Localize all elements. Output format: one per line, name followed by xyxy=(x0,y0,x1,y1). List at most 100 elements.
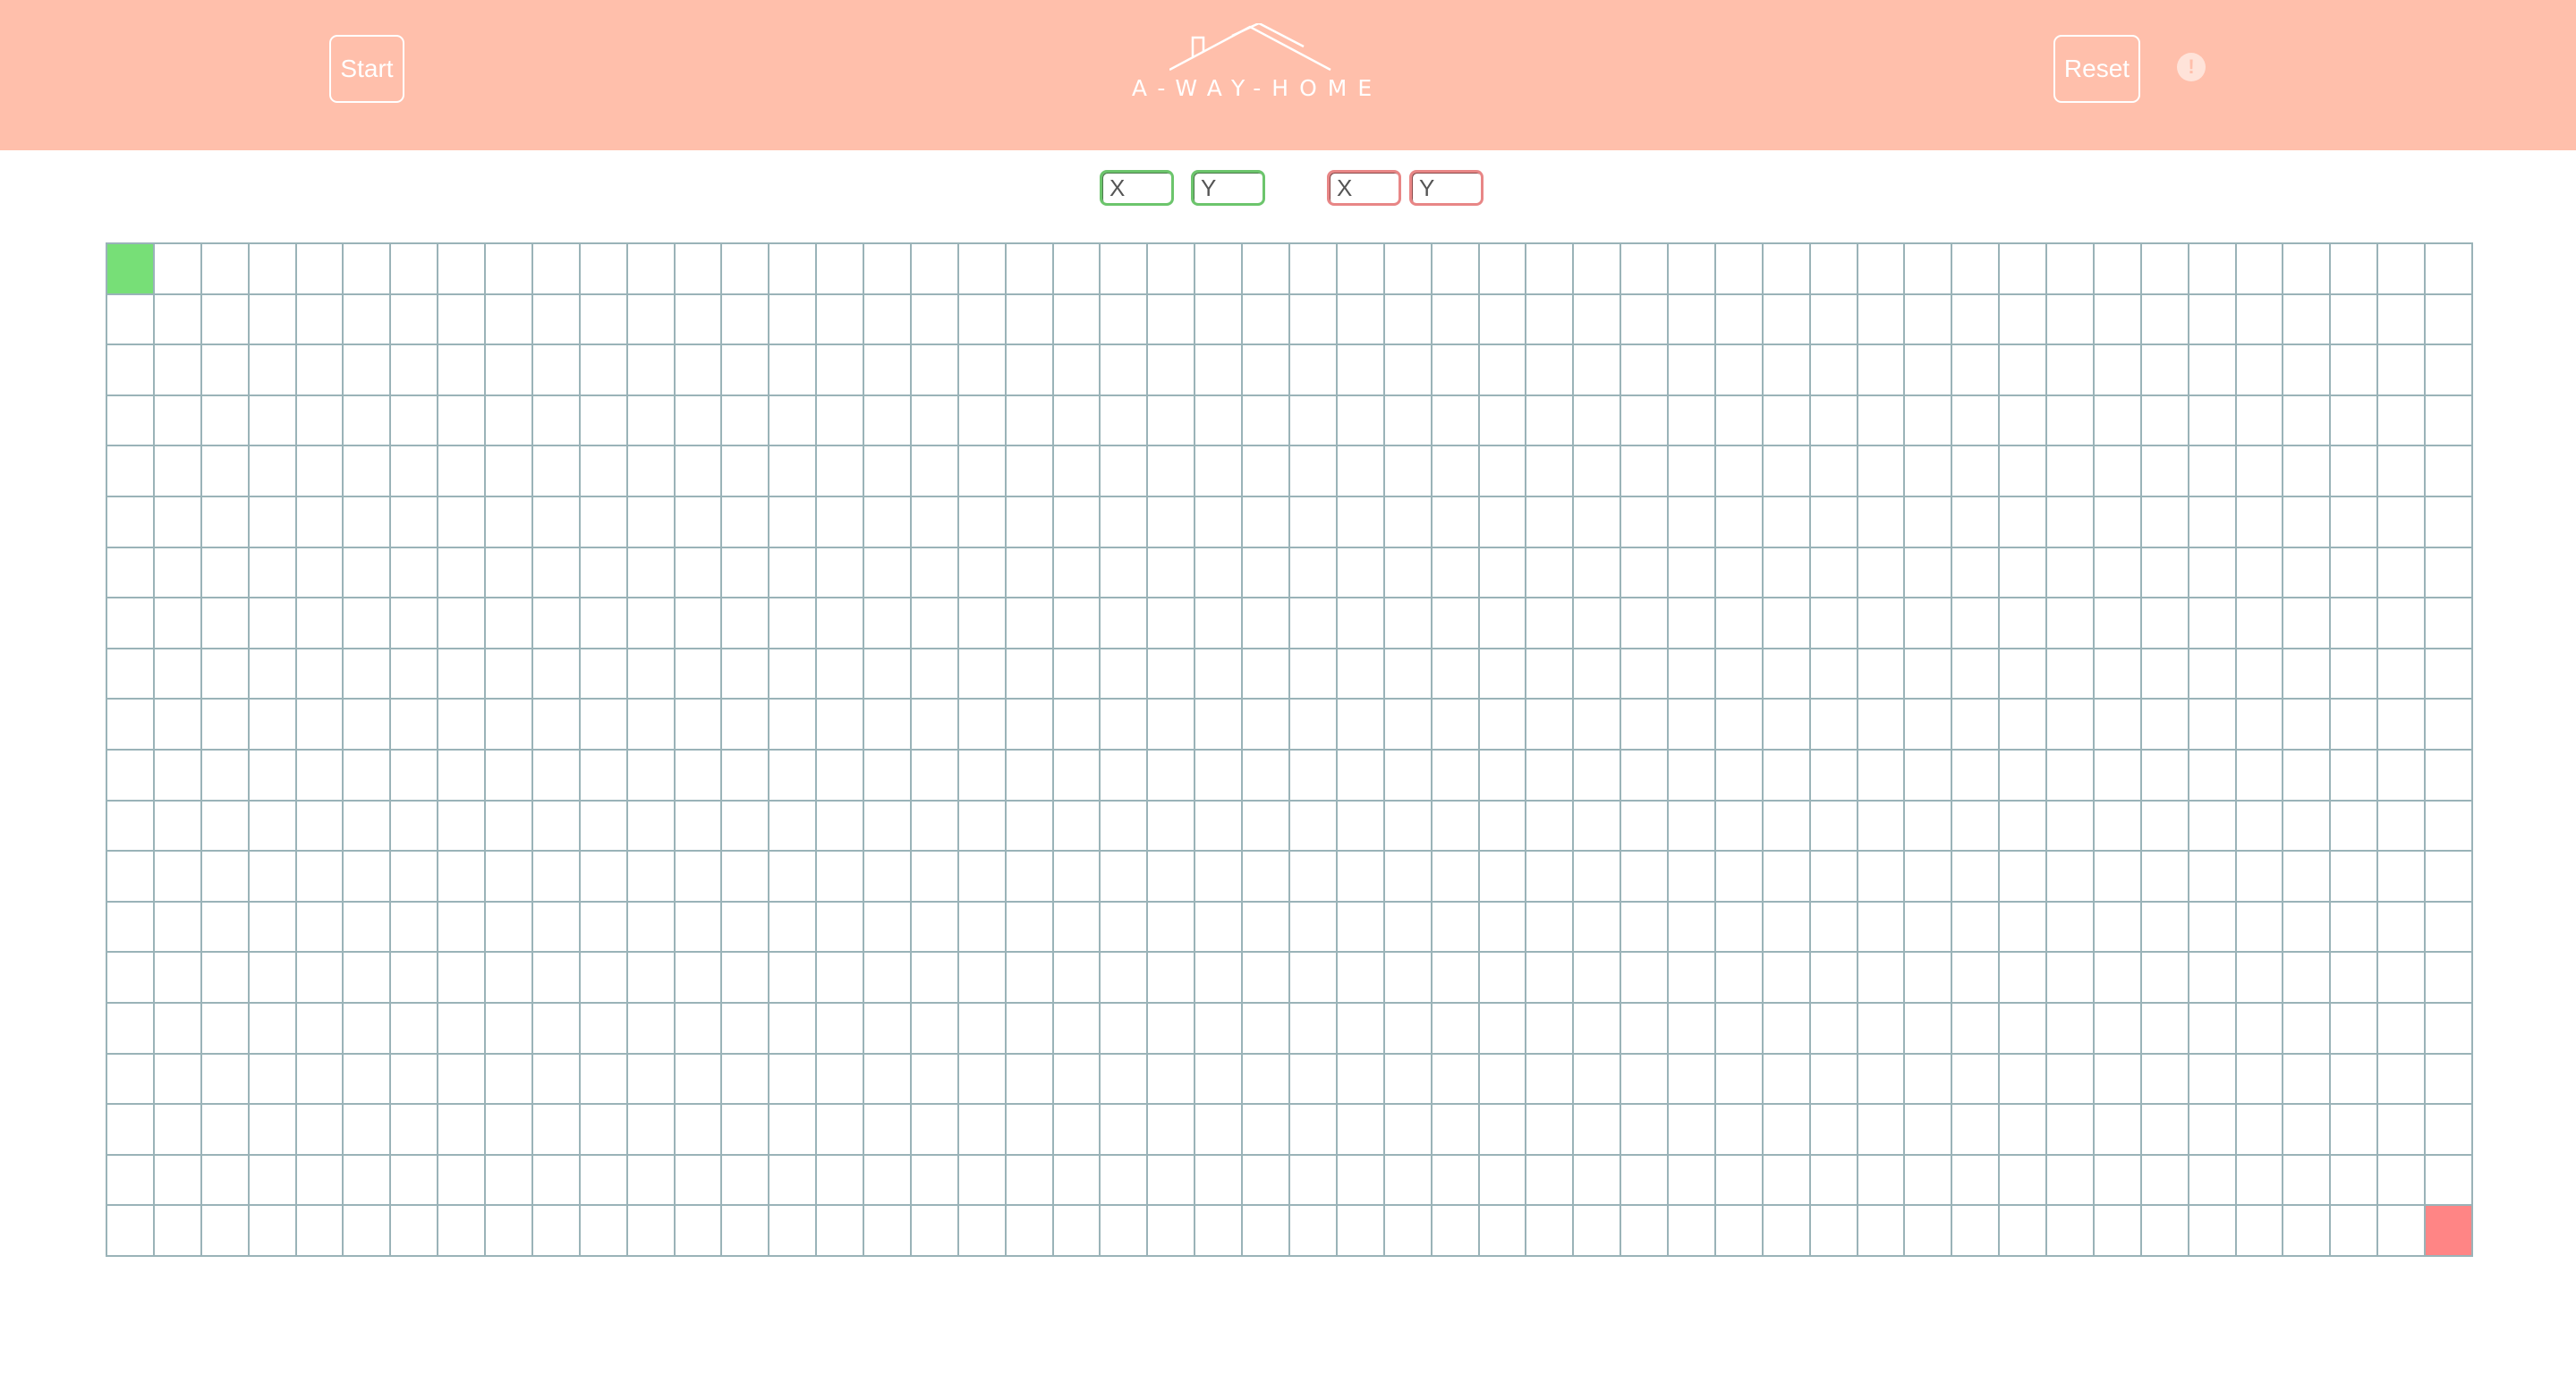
grid-cell[interactable] xyxy=(153,344,202,396)
grid-cell[interactable] xyxy=(1099,850,1148,903)
grid-cell[interactable] xyxy=(1857,901,1905,953)
grid-cell[interactable] xyxy=(1525,749,1574,802)
grid-cell[interactable] xyxy=(1762,1002,1811,1055)
grid-cell[interactable] xyxy=(200,344,250,396)
grid-cell[interactable] xyxy=(106,597,155,649)
grid-cell[interactable] xyxy=(437,496,486,548)
grid-cell[interactable] xyxy=(1762,344,1811,396)
grid-cell[interactable] xyxy=(768,1154,817,1206)
grid-cell[interactable] xyxy=(1146,800,1195,852)
grid-cell[interactable] xyxy=(1525,1053,1574,1105)
grid-cell[interactable] xyxy=(2235,1103,2283,1156)
grid-cell[interactable] xyxy=(437,293,486,345)
grid-cell[interactable] xyxy=(1383,951,1433,1004)
grid-cell[interactable] xyxy=(484,445,533,497)
grid-cell[interactable] xyxy=(2093,293,2142,345)
grid-cell[interactable] xyxy=(342,749,391,802)
grid-cell[interactable] xyxy=(1525,901,1574,953)
grid-cell[interactable] xyxy=(1762,547,1811,598)
grid-cell[interactable] xyxy=(248,749,297,802)
grid-cell[interactable] xyxy=(674,850,722,903)
grid-cell[interactable] xyxy=(2093,648,2142,700)
grid-cell[interactable] xyxy=(768,395,817,446)
grid-cell[interactable] xyxy=(2329,800,2378,852)
grid-cell[interactable] xyxy=(2188,698,2237,751)
start-y-input[interactable] xyxy=(1191,170,1265,206)
grid-cell[interactable] xyxy=(1099,395,1148,446)
grid-cell[interactable] xyxy=(1052,901,1101,953)
grid-cell[interactable] xyxy=(1288,901,1338,953)
grid-cell[interactable] xyxy=(1288,1204,1338,1257)
grid-cell[interactable] xyxy=(720,445,769,497)
grid-cell[interactable] xyxy=(768,445,817,497)
grid-cell[interactable] xyxy=(248,648,297,700)
grid-cell[interactable] xyxy=(2329,1053,2378,1105)
grid-cell[interactable] xyxy=(579,1204,628,1257)
grid-cell[interactable] xyxy=(295,242,344,295)
grid-cell[interactable] xyxy=(531,698,581,751)
grid-cell[interactable] xyxy=(2140,1103,2189,1156)
grid-cell[interactable] xyxy=(437,1103,486,1156)
grid-cell[interactable] xyxy=(106,1053,155,1105)
grid-cell[interactable] xyxy=(1099,1154,1148,1206)
grid-cell[interactable] xyxy=(1809,1154,1858,1206)
grid-cell[interactable] xyxy=(342,1103,391,1156)
grid-cell[interactable] xyxy=(1431,445,1480,497)
grid-cell[interactable] xyxy=(1336,242,1385,295)
grid-cell[interactable] xyxy=(1146,951,1195,1004)
grid-cell[interactable] xyxy=(910,242,959,295)
grid-cell[interactable] xyxy=(1525,445,1574,497)
grid-cell[interactable] xyxy=(2235,1002,2283,1055)
grid-cell[interactable] xyxy=(2424,547,2473,598)
grid-cell[interactable] xyxy=(531,749,581,802)
grid-cell[interactable] xyxy=(910,749,959,802)
grid-cell[interactable] xyxy=(437,648,486,700)
grid-cell[interactable] xyxy=(674,1053,722,1105)
grid-cell[interactable] xyxy=(1478,749,1526,802)
grid-cell[interactable] xyxy=(1809,1204,1858,1257)
grid-cell[interactable] xyxy=(531,648,581,700)
grid-cell[interactable] xyxy=(1903,496,1952,548)
grid-cell[interactable] xyxy=(579,1053,628,1105)
grid-cell[interactable] xyxy=(2140,344,2189,396)
grid-cell[interactable] xyxy=(106,698,155,751)
grid-cell[interactable] xyxy=(531,293,581,345)
grid-cell[interactable] xyxy=(1620,1154,1669,1206)
grid-cell[interactable] xyxy=(626,445,676,497)
grid-cell[interactable] xyxy=(2282,1103,2331,1156)
grid-cell[interactable] xyxy=(2235,1204,2283,1257)
grid-cell[interactable] xyxy=(295,496,344,548)
grid-cell[interactable] xyxy=(2282,597,2331,649)
grid-cell[interactable] xyxy=(2045,597,2095,649)
grid-cell[interactable] xyxy=(153,242,202,295)
grid-cell[interactable] xyxy=(1241,496,1290,548)
grid-cell[interactable] xyxy=(1998,850,2047,903)
grid-cell[interactable] xyxy=(342,395,391,446)
grid-cell[interactable] xyxy=(1998,648,2047,700)
grid-cell[interactable] xyxy=(1146,597,1195,649)
grid-cell[interactable] xyxy=(1052,395,1101,446)
grid-cell[interactable] xyxy=(437,951,486,1004)
grid-cell[interactable] xyxy=(2376,597,2426,649)
grid-cell[interactable] xyxy=(2376,1053,2426,1105)
grid-cell[interactable] xyxy=(295,547,344,598)
grid-cell[interactable] xyxy=(295,749,344,802)
grid-cell[interactable] xyxy=(1052,496,1101,548)
grid-cell[interactable] xyxy=(1431,293,1480,345)
grid-cell[interactable] xyxy=(910,445,959,497)
grid-cell[interactable] xyxy=(1336,698,1385,751)
grid-cell[interactable] xyxy=(1620,901,1669,953)
grid-cell[interactable] xyxy=(1714,1204,1764,1257)
grid-cell[interactable] xyxy=(1005,597,1054,649)
grid-cell[interactable] xyxy=(863,749,912,802)
grid-cell[interactable] xyxy=(437,597,486,649)
grid-cell[interactable] xyxy=(2045,648,2095,700)
grid-cell[interactable] xyxy=(2188,547,2237,598)
grid-cell[interactable] xyxy=(1525,547,1574,598)
grid-cell[interactable] xyxy=(2329,749,2378,802)
grid-cell[interactable] xyxy=(1194,547,1243,598)
grid-cell[interactable] xyxy=(2140,901,2189,953)
grid-cell[interactable] xyxy=(1383,344,1433,396)
grid-cell[interactable] xyxy=(1005,445,1054,497)
grid-cell[interactable] xyxy=(815,850,864,903)
